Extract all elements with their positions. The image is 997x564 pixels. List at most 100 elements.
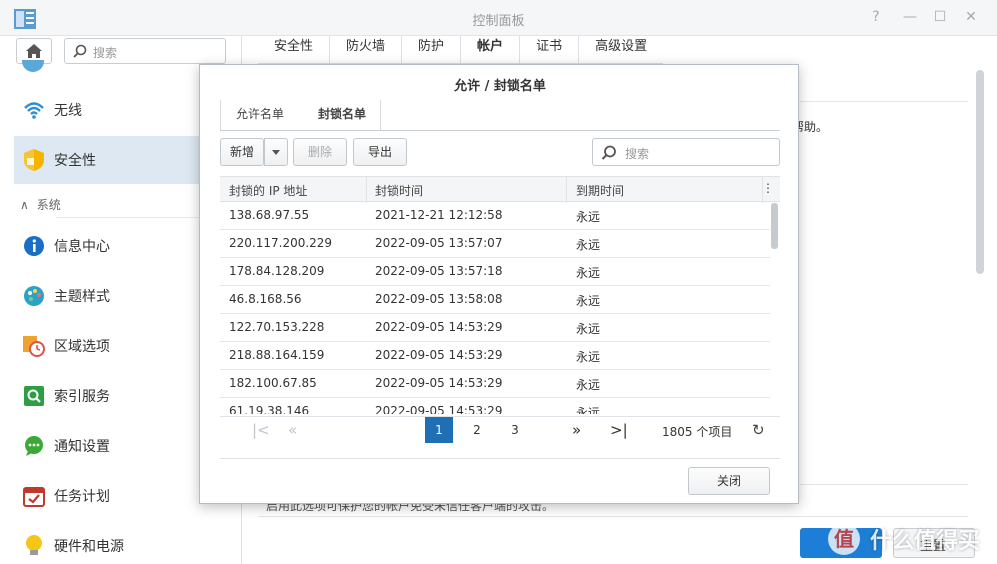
refresh-icon[interactable]: ↻ bbox=[752, 421, 765, 439]
divider bbox=[220, 458, 780, 459]
allow-block-list-dialog: 允许 / 封锁名单 允许名单 封锁名单 新增 删除 导出 搜索 封锁的 IP 地… bbox=[199, 64, 799, 504]
palette-icon bbox=[22, 284, 46, 308]
add-button[interactable]: 新增 bbox=[220, 138, 264, 166]
page-2-button[interactable]: 2 bbox=[463, 417, 491, 443]
sidebar-item-label: 通知设置 bbox=[54, 439, 110, 455]
search-icon bbox=[73, 44, 87, 58]
control-panel-window: 控制面板 ? — ☐ ✕ 搜索 无线 安全性 ∧ 系统 信息中心 主题样式 区域… bbox=[0, 0, 997, 564]
tab-account[interactable]: 帐户 bbox=[460, 36, 519, 64]
tab-advanced[interactable]: 高级设置 bbox=[578, 36, 663, 64]
column-header-expire-time[interactable]: 到期时间 bbox=[576, 182, 624, 199]
cell-expire: 永远 bbox=[576, 322, 601, 336]
section-label: 系统 bbox=[36, 198, 61, 212]
maximize-icon[interactable]: ☐ bbox=[930, 9, 950, 25]
search-icon bbox=[601, 145, 616, 160]
chevron-up-icon: ∧ bbox=[20, 198, 29, 212]
export-button[interactable]: 导出 bbox=[353, 138, 407, 166]
cell-ip: 220.117.200.229 bbox=[229, 236, 333, 250]
blocked-ip-table: 138.68.97.55 2021-12-21 12:12:58 永远 220.… bbox=[220, 202, 770, 414]
sidebar-search-placeholder: 搜索 bbox=[93, 46, 118, 60]
dialog-search-placeholder: 搜索 bbox=[625, 147, 650, 161]
calendar-check-icon bbox=[22, 484, 46, 508]
divider bbox=[258, 516, 968, 517]
dialog-tabs: 允许名单 封锁名单 bbox=[220, 97, 780, 131]
table-row[interactable]: 220.117.200.229 2022-09-05 13:57:07 永远 bbox=[220, 230, 770, 258]
top-tabs: 安全性 防火墙 防护 帐户 证书 高级设置 bbox=[258, 36, 664, 64]
first-page-icon[interactable]: |< bbox=[252, 421, 270, 439]
page-1-button[interactable]: 1 bbox=[425, 417, 453, 443]
minimize-icon[interactable]: — bbox=[900, 9, 920, 25]
table-row[interactable]: 46.8.168.56 2022-09-05 13:58:08 永远 bbox=[220, 286, 770, 314]
cell-expire: 永远 bbox=[576, 378, 601, 392]
table-row[interactable]: 182.100.67.85 2022-09-05 14:53:29 永远 bbox=[220, 370, 770, 398]
table-header: 封锁的 IP 地址 封锁时间 到期时间 ⋮ bbox=[220, 176, 780, 203]
cell-ip: 61.19.38.146 bbox=[229, 404, 310, 414]
column-divider[interactable] bbox=[366, 177, 367, 203]
info-icon bbox=[22, 234, 46, 258]
dialog-title: 允许 / 封锁名单 bbox=[454, 79, 546, 94]
table-row[interactable]: 61.19.38.146 2022-09-05 14:53:29 永远 bbox=[220, 398, 770, 414]
sidebar-section-system[interactable]: ∧ 系统 bbox=[20, 196, 61, 213]
title-bar: 控制面板 ? — ☐ ✕ bbox=[0, 0, 997, 36]
sidebar-item-label: 索引服务 bbox=[54, 389, 110, 405]
last-page-icon[interactable]: >| bbox=[610, 421, 628, 439]
tab-block-list[interactable]: 封锁名单 bbox=[318, 105, 366, 122]
column-divider[interactable] bbox=[566, 177, 567, 203]
column-menu-icon[interactable]: ⋮ bbox=[762, 181, 774, 195]
cell-ip: 138.68.97.55 bbox=[229, 208, 310, 222]
next-page-icon[interactable]: » bbox=[572, 421, 581, 439]
tab-certificate[interactable]: 证书 bbox=[519, 36, 578, 64]
caret-down-icon bbox=[272, 150, 280, 155]
hidden-item-icon bbox=[22, 60, 44, 72]
sidebar-item-label: 无线 bbox=[54, 103, 82, 119]
close-button[interactable]: 关闭 bbox=[688, 467, 770, 495]
tab-security[interactable]: 安全性 bbox=[258, 36, 329, 64]
column-header-block-time[interactable]: 封锁时间 bbox=[375, 182, 423, 199]
tab-allow-list[interactable]: 允许名单 bbox=[236, 105, 284, 122]
previous-page-icon[interactable]: « bbox=[288, 421, 297, 439]
cell-block-time: 2022-09-05 13:57:18 bbox=[375, 264, 503, 278]
cell-block-time: 2022-09-05 14:53:29 bbox=[375, 320, 503, 334]
sidebar-item-label: 任务计划 bbox=[54, 489, 110, 505]
bulb-icon bbox=[22, 534, 46, 558]
index-search-icon bbox=[22, 384, 46, 408]
item-count: 1805 个项目 bbox=[662, 425, 733, 439]
shield-icon bbox=[22, 148, 46, 172]
cell-expire: 永远 bbox=[576, 406, 601, 414]
watermark-text: 什么值得买 bbox=[870, 529, 981, 554]
divider bbox=[800, 101, 968, 102]
close-window-icon[interactable]: ✕ bbox=[961, 9, 981, 25]
tab-firewall[interactable]: 防火墙 bbox=[329, 36, 401, 64]
delete-button[interactable]: 删除 bbox=[293, 138, 347, 166]
pagination: |< « 1 2 3 » >| 1805 个项目 ↻ bbox=[220, 416, 780, 446]
sidebar-item-label: 安全性 bbox=[54, 153, 96, 169]
cell-expire: 永远 bbox=[576, 350, 601, 364]
column-header-ip[interactable]: 封锁的 IP 地址 bbox=[229, 182, 307, 199]
cell-block-time: 2022-09-05 14:53:29 bbox=[375, 404, 503, 414]
page-scrollbar[interactable] bbox=[976, 70, 984, 274]
table-row[interactable]: 138.68.97.55 2021-12-21 12:12:58 永远 bbox=[220, 202, 770, 230]
table-scrollbar[interactable] bbox=[771, 203, 778, 249]
sidebar-item-label: 信息中心 bbox=[54, 239, 110, 255]
watermark-logo-icon: 值 bbox=[828, 523, 860, 555]
table-row[interactable]: 218.88.164.159 2022-09-05 14:53:29 永远 bbox=[220, 342, 770, 370]
cell-ip: 178.84.128.209 bbox=[229, 264, 325, 278]
cell-ip: 122.70.153.228 bbox=[229, 320, 325, 334]
cell-expire: 永远 bbox=[576, 210, 601, 224]
sidebar-item-label: 区域选项 bbox=[54, 339, 110, 355]
add-dropdown-button[interactable] bbox=[264, 138, 288, 166]
sidebar-search-input[interactable]: 搜索 bbox=[64, 38, 226, 64]
sidebar-item-label: 硬件和电源 bbox=[54, 539, 124, 555]
help-icon[interactable]: ? bbox=[866, 9, 886, 25]
page-3-button[interactable]: 3 bbox=[501, 417, 529, 443]
table-row[interactable]: 122.70.153.228 2022-09-05 14:53:29 永远 bbox=[220, 314, 770, 342]
table-row[interactable]: 178.84.128.209 2022-09-05 13:57:18 永远 bbox=[220, 258, 770, 286]
svg-text:值: 值 bbox=[834, 527, 854, 551]
tab-protection[interactable]: 防护 bbox=[401, 36, 460, 64]
sidebar-item-hardware-power[interactable]: 硬件和电源 bbox=[14, 522, 241, 564]
region-clock-icon bbox=[22, 334, 46, 358]
dialog-search-input[interactable]: 搜索 bbox=[592, 138, 780, 166]
divider bbox=[220, 100, 221, 130]
cell-block-time: 2022-09-05 13:57:07 bbox=[375, 236, 503, 250]
cell-block-time: 2021-12-21 12:12:58 bbox=[375, 208, 503, 222]
